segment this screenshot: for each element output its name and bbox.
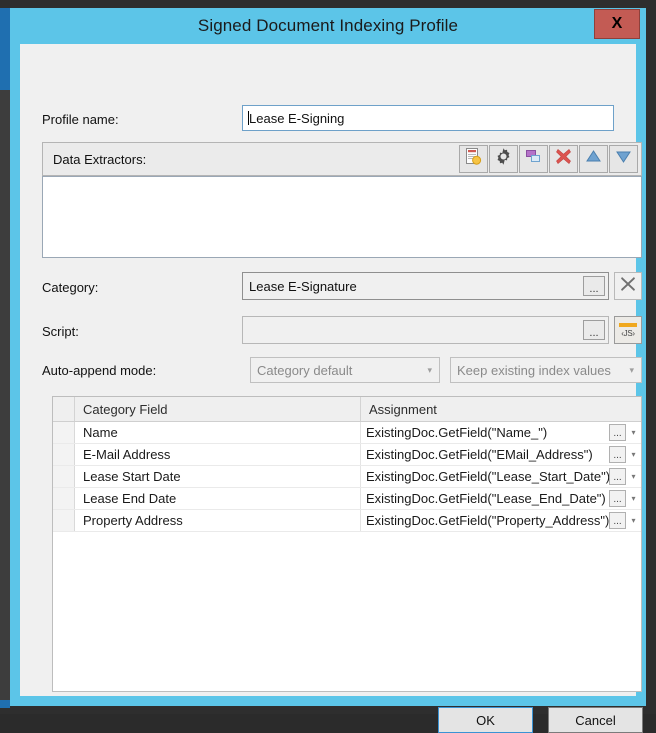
dialog-client-area: Profile name: Lease E-Signing Data Extra… xyxy=(20,44,636,696)
assignment-cell[interactable]: ExistingDoc.GetField("Name_")...▾ xyxy=(361,422,641,443)
data-extractors-bar: Data Extractors: xyxy=(42,142,642,176)
profile-name-input[interactable]: Lease E-Signing xyxy=(242,105,614,131)
move-up-icon xyxy=(584,147,603,171)
assignment-browse-button[interactable]: ... xyxy=(609,512,626,529)
chevron-down-icon: ▾ xyxy=(427,365,432,376)
assignment-cell[interactable]: ExistingDoc.GetField("Lease_End_Date")..… xyxy=(361,488,641,509)
extractor-properties-button[interactable] xyxy=(489,145,518,173)
move-down-button[interactable] xyxy=(609,145,638,173)
table-row[interactable]: Lease End DateExistingDoc.GetField("Leas… xyxy=(53,488,641,510)
assignment-cell[interactable]: ExistingDoc.GetField("Lease_Start_Date")… xyxy=(361,466,641,487)
category-field-cell: Name xyxy=(75,422,361,443)
category-field-cell: Property Address xyxy=(75,510,361,531)
data-extractors-label: Data Extractors: xyxy=(53,152,146,167)
category-field-assignment-grid[interactable]: Category Field Assignment NameExistingDo… xyxy=(52,396,642,692)
assignment-cell[interactable]: ExistingDoc.GetField("Property_Address")… xyxy=(361,510,641,531)
grid-header-category-field: Category Field xyxy=(75,397,361,421)
script-edit-js-button[interactable]: ‹JS› xyxy=(614,316,642,344)
profile-name-value: Lease E-Signing xyxy=(249,111,344,126)
assignment-dropdown-icon[interactable]: ▾ xyxy=(626,472,641,481)
category-field-cell: Lease Start Date xyxy=(75,466,361,487)
category-field-cell: E-Mail Address xyxy=(75,444,361,465)
row-selector-cell[interactable] xyxy=(53,466,75,487)
category-field-cell: Lease End Date xyxy=(75,488,361,509)
assignment-cell[interactable]: ExistingDoc.GetField("EMail_Address")...… xyxy=(361,444,641,465)
move-up-button[interactable] xyxy=(579,145,608,173)
settings-gear-icon xyxy=(494,147,513,171)
new-extractor-icon xyxy=(464,147,483,171)
grid-header-row: Category Field Assignment xyxy=(53,397,641,422)
assignment-value: ExistingDoc.GetField("Name_") xyxy=(361,425,609,440)
move-down-icon xyxy=(614,147,633,171)
index-values-select[interactable]: Keep existing index values ▾ xyxy=(450,357,642,383)
dialog-title: Signed Document Indexing Profile xyxy=(10,16,646,36)
assignment-dropdown-icon[interactable]: ▾ xyxy=(626,450,641,459)
table-row[interactable]: Lease Start DateExistingDoc.GetField("Le… xyxy=(53,466,641,488)
assignment-browse-button[interactable]: ... xyxy=(609,424,626,441)
assignment-value: ExistingDoc.GetField("Lease_Start_Date") xyxy=(361,469,609,484)
copy-icon xyxy=(524,147,543,171)
assignment-value: ExistingDoc.GetField("EMail_Address") xyxy=(361,447,609,462)
assignment-value: ExistingDoc.GetField("Lease_End_Date") xyxy=(361,491,609,506)
row-selector-cell[interactable] xyxy=(53,488,75,509)
profile-name-label: Profile name: xyxy=(42,112,119,127)
assignment-dropdown-icon[interactable]: ▾ xyxy=(626,494,641,503)
js-accent-bar xyxy=(619,323,637,327)
background-window-edge-lower xyxy=(0,90,10,700)
grid-body: NameExistingDoc.GetField("Name_")...▾E-M… xyxy=(53,422,641,532)
close-button[interactable]: X xyxy=(594,9,640,39)
grid-header-rowselect xyxy=(53,397,75,421)
auto-append-mode-select[interactable]: Category default ▾ xyxy=(250,357,440,383)
assignment-browse-button[interactable]: ... xyxy=(609,490,626,507)
table-row[interactable]: NameExistingDoc.GetField("Name_")...▾ xyxy=(53,422,641,444)
row-selector-cell[interactable] xyxy=(53,444,75,465)
row-selector-cell[interactable] xyxy=(53,510,75,531)
assignment-value: ExistingDoc.GetField("Property_Address") xyxy=(361,513,609,528)
delete-x-icon xyxy=(554,147,573,171)
javascript-icon: ‹JS› xyxy=(621,329,634,338)
assignment-dropdown-icon[interactable]: ▾ xyxy=(626,428,641,437)
clear-x-icon xyxy=(618,274,638,299)
copy-extractor-button[interactable] xyxy=(519,145,548,173)
script-field[interactable]: ... xyxy=(242,316,609,344)
delete-extractor-button[interactable] xyxy=(549,145,578,173)
cancel-button[interactable]: Cancel xyxy=(548,707,643,733)
category-clear-button[interactable] xyxy=(614,272,642,300)
assignment-browse-button[interactable]: ... xyxy=(609,446,626,463)
assignment-browse-button[interactable]: ... xyxy=(609,468,626,485)
category-value: Lease E-Signature xyxy=(243,279,583,294)
category-browse-button[interactable]: ... xyxy=(583,276,605,296)
ok-button[interactable]: OK xyxy=(438,707,533,733)
row-selector-cell[interactable] xyxy=(53,422,75,443)
category-label: Category: xyxy=(42,280,98,295)
data-extractors-toolbar xyxy=(459,145,638,173)
indexing-profile-dialog: Signed Document Indexing Profile X Profi… xyxy=(10,8,646,706)
auto-append-mode-label: Auto-append mode: xyxy=(42,363,156,378)
table-row[interactable]: E-Mail AddressExistingDoc.GetField("EMai… xyxy=(53,444,641,466)
close-icon: X xyxy=(612,16,623,32)
index-values-value: Keep existing index values xyxy=(457,363,611,378)
script-label: Script: xyxy=(42,324,79,339)
auto-append-mode-value: Category default xyxy=(257,363,352,378)
assignment-dropdown-icon[interactable]: ▾ xyxy=(626,516,641,525)
dialog-titlebar: Signed Document Indexing Profile X xyxy=(10,8,646,48)
chevron-down-icon: ▾ xyxy=(629,365,634,376)
category-field[interactable]: Lease E-Signature ... xyxy=(242,272,609,300)
table-row[interactable]: Property AddressExistingDoc.GetField("Pr… xyxy=(53,510,641,532)
desktop-backdrop: Signed Document Indexing Profile X Profi… xyxy=(0,0,656,714)
new-extractor-button[interactable] xyxy=(459,145,488,173)
grid-header-assignment: Assignment xyxy=(361,397,641,421)
data-extractors-list[interactable] xyxy=(42,176,642,258)
script-browse-button[interactable]: ... xyxy=(583,320,605,340)
